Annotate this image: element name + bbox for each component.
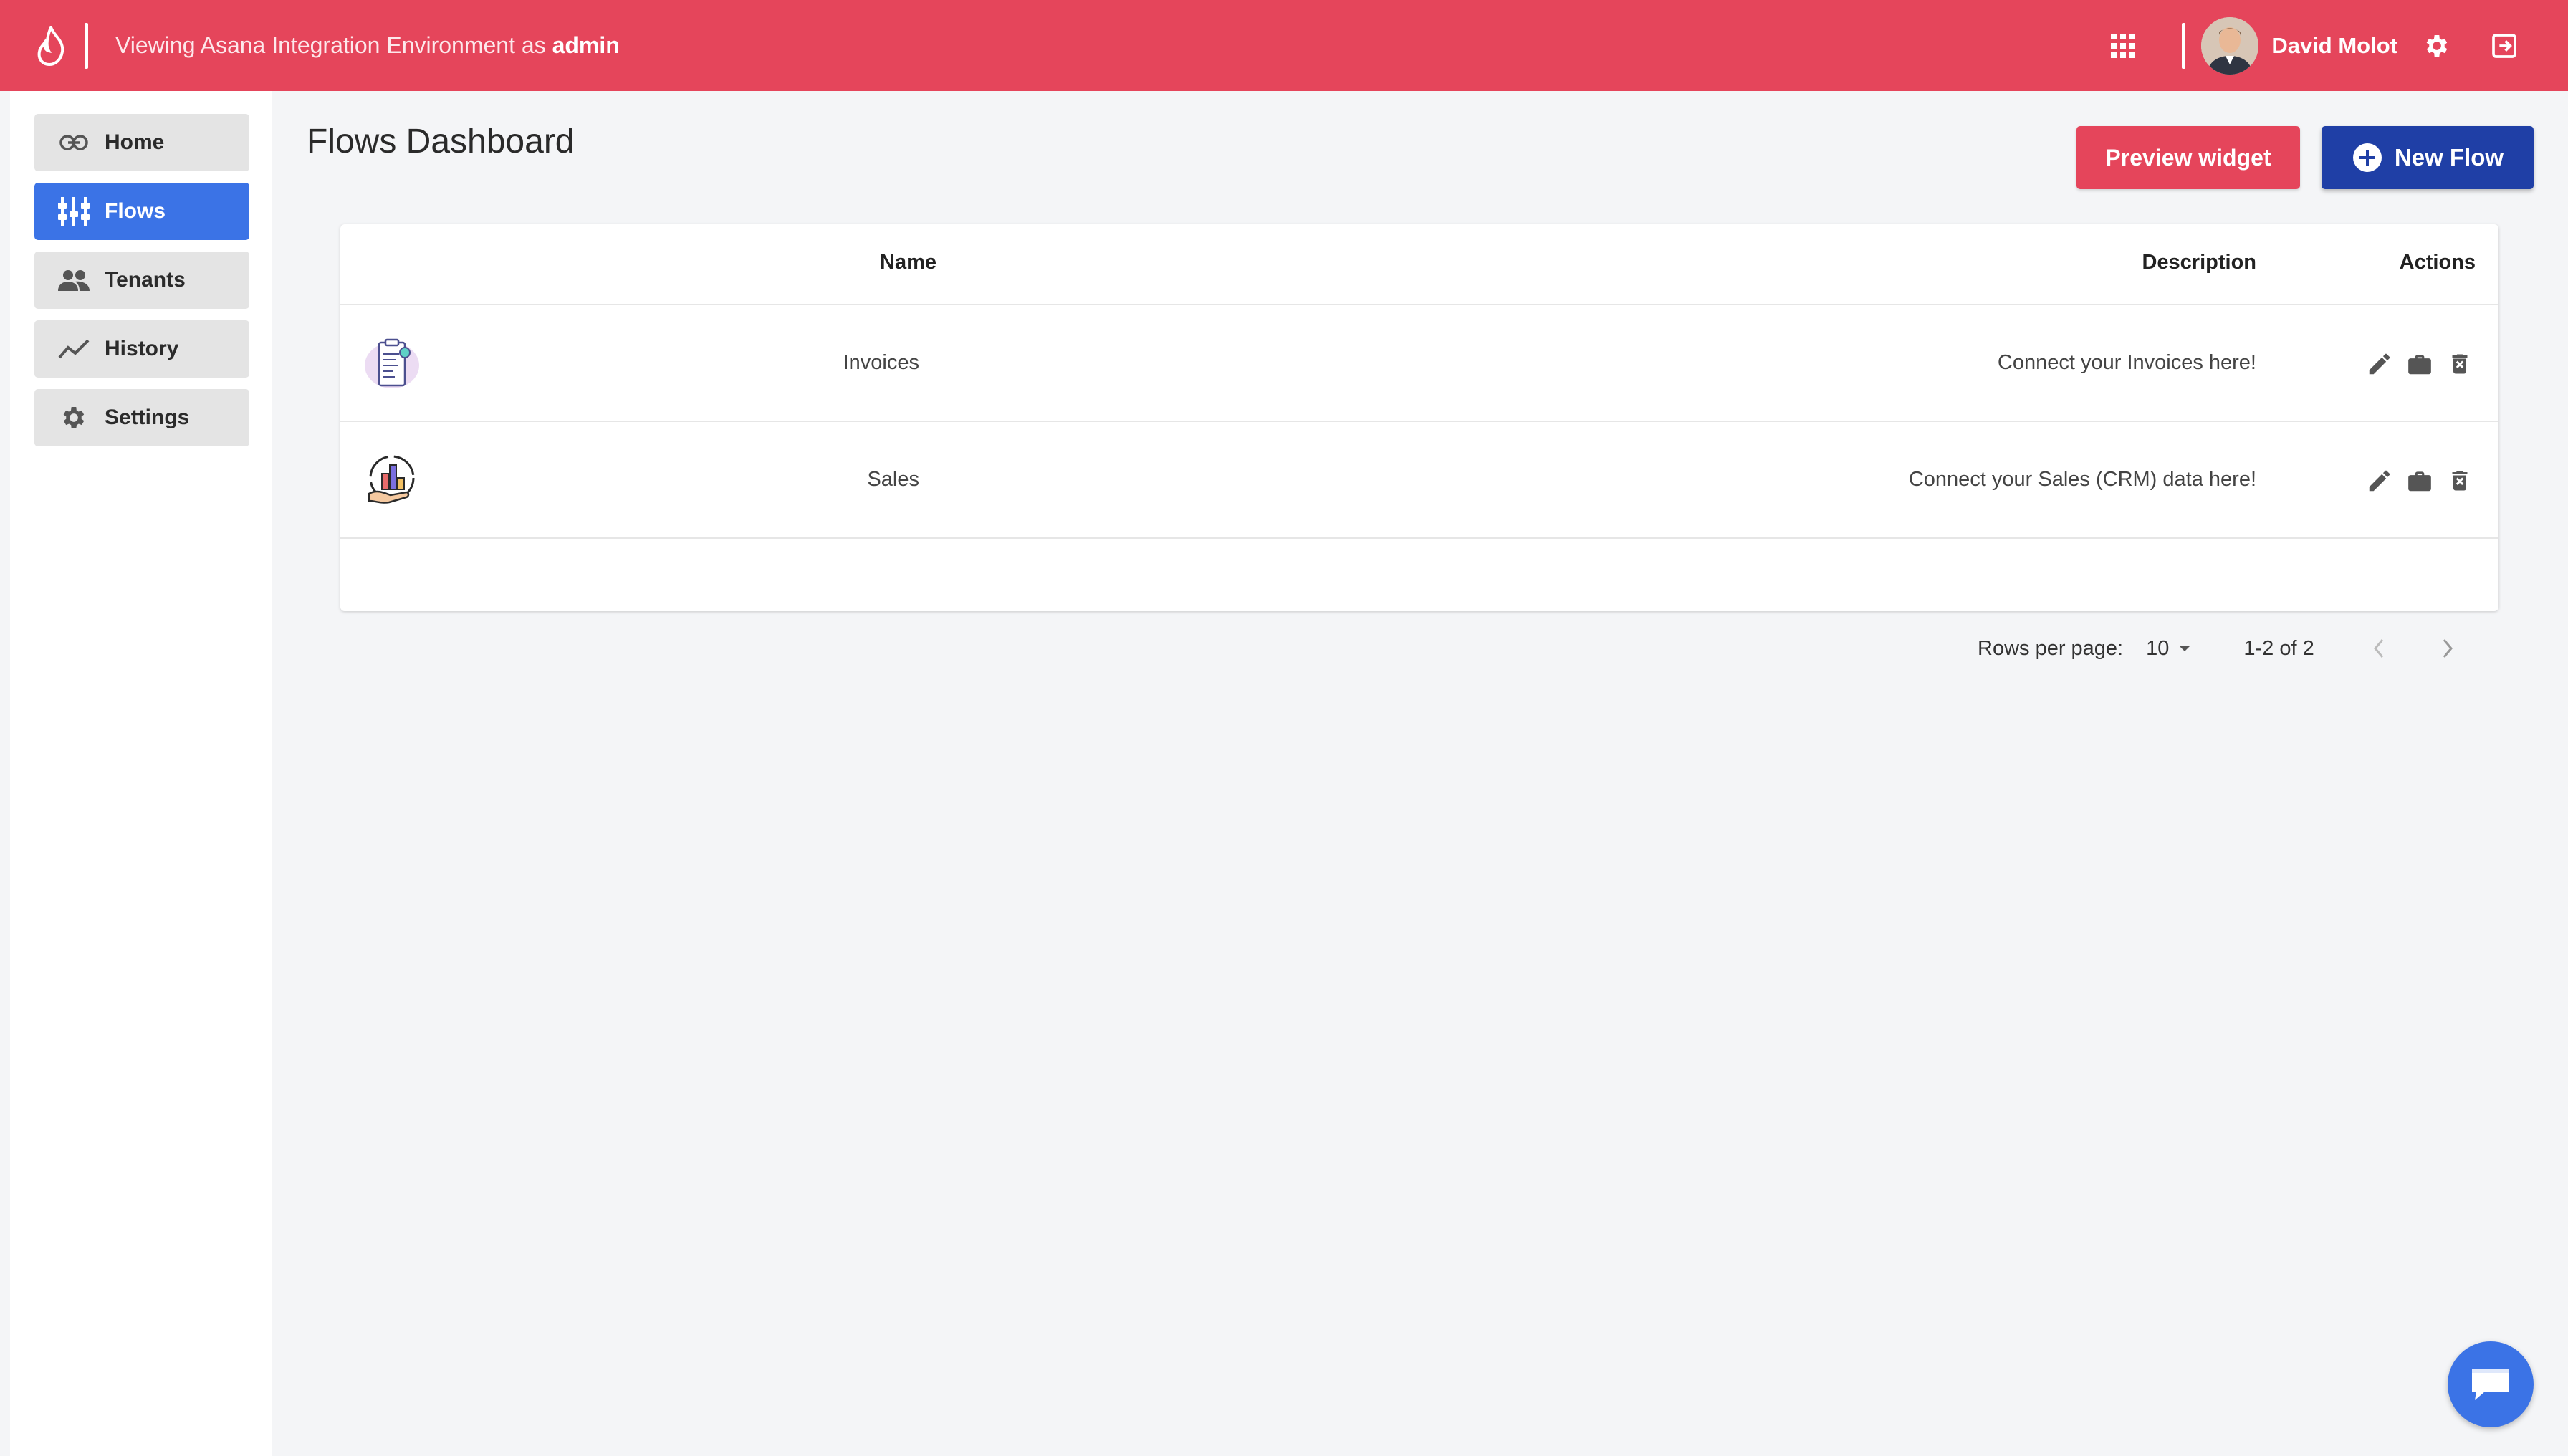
table-row[interactable]: Sales Connect your Sales (CRM) data here… [340,422,2498,539]
user-name[interactable]: David Molot [2271,33,2397,59]
rows-per-page-value: 10 [2146,636,2170,660]
sidebar: Home Flows Tenants History Settings [10,91,272,1456]
sidebar-item-label: Flows [105,199,166,223]
row-actions [2357,347,2477,381]
sidebar-item-label: Settings [105,406,190,429]
header-divider-right [2182,22,2186,69]
sidebar-item-label: Tenants [105,268,186,292]
link-icon [57,128,90,157]
edit-icon[interactable] [2362,347,2397,381]
table-header: Name Description Actions [340,224,2498,305]
sidebar-item-tenants[interactable]: Tenants [34,252,249,309]
flow-name: Sales [867,468,919,491]
next-page-icon[interactable] [2432,633,2463,664]
new-flow-label: New Flow [2394,144,2504,171]
flows-table: Name Description Actions Invoices Connec… [340,224,2498,611]
table-row[interactable]: Invoices Connect your Invoices here! [340,305,2498,422]
people-icon [57,266,90,294]
chat-support-button[interactable] [2448,1341,2534,1427]
sidebar-item-history[interactable]: History [34,320,249,378]
rows-per-page-label: Rows per page: [1978,636,2124,660]
column-name[interactable]: Name [880,251,936,274]
column-actions: Actions [2399,251,2476,274]
gear-icon [57,403,90,432]
environment-prefix: Viewing Asana Integration Environment as [115,32,546,58]
sales-chart-icon [368,455,415,504]
delete-icon[interactable] [2443,347,2477,381]
sidebar-item-home[interactable]: Home [34,114,249,171]
previous-page-icon[interactable] [2363,633,2395,664]
flow-description: Connect your Sales (CRM) data here! [1908,468,2256,491]
briefcase-icon[interactable] [2402,347,2437,381]
pagination: Rows per page: 10 1-2 of 2 [1978,631,2501,666]
sidebar-item-label: History [105,337,179,360]
avatar[interactable] [2201,16,2259,75]
row-actions [2357,464,2477,498]
flow-name: Invoices [843,351,919,374]
rows-per-page-select[interactable]: 10 [2146,637,2192,661]
flows-icon [57,197,90,226]
sidebar-item-flows[interactable]: Flows [34,183,249,240]
briefcase-icon[interactable] [2402,464,2437,498]
environment-role: admin [552,32,620,58]
sidebar-item-settings[interactable]: Settings [34,389,249,446]
new-flow-button[interactable]: New Flow [2322,126,2534,189]
flame-logo-icon[interactable] [26,21,76,71]
apps-grid-icon[interactable] [2107,30,2139,62]
environment-label: Viewing Asana Integration Environment as… [115,32,620,59]
page-range: 1-2 of 2 [2243,636,2314,660]
trending-icon [57,335,90,363]
delete-icon[interactable] [2443,464,2477,498]
plus-circle-icon [2352,143,2382,172]
invoice-icon [365,338,419,388]
gear-icon[interactable] [2420,29,2453,62]
preview-widget-button[interactable]: Preview widget [2076,126,2300,189]
chat-icon [2472,1369,2509,1400]
page-title: Flows Dashboard [307,123,575,161]
header-divider [85,22,88,69]
caret-down-icon [2179,646,2191,651]
flow-description: Connect your Invoices here! [1997,351,2256,374]
top-bar: Viewing Asana Integration Environment as… [0,0,2568,91]
edit-icon[interactable] [2362,464,2397,498]
column-description[interactable]: Description [2142,251,2256,274]
logout-icon[interactable] [2488,29,2521,62]
sidebar-item-label: Home [105,130,165,154]
